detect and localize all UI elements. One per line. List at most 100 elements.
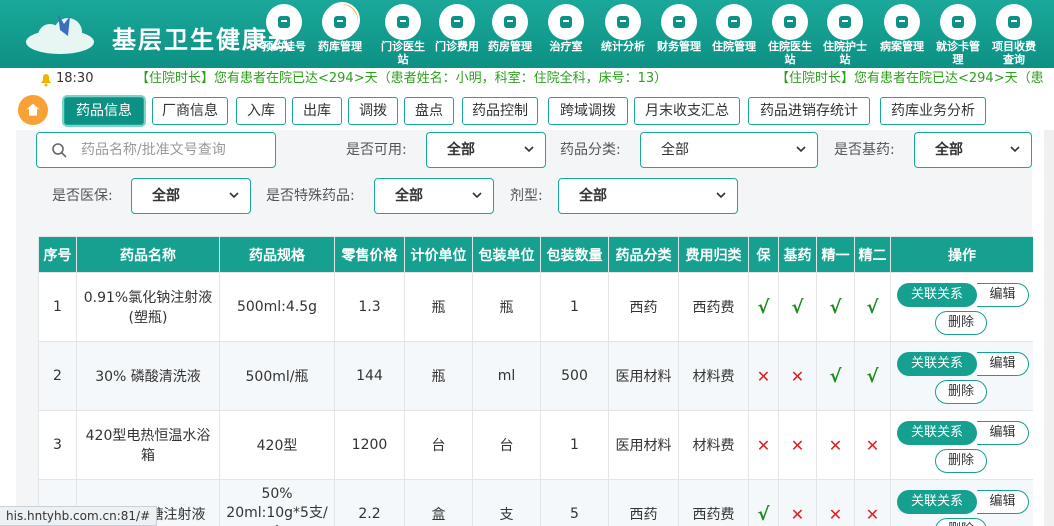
special-select[interactable]: 全部 xyxy=(374,178,494,214)
check-icon: √ xyxy=(866,365,879,387)
column-header: 药品名称 xyxy=(76,236,220,273)
flag-cell: ✕ xyxy=(748,341,779,411)
check-icon: √ xyxy=(757,296,770,318)
available-value: 全部 xyxy=(447,142,475,158)
cell-fee: 材料费 xyxy=(678,341,749,411)
nav-item-1[interactable]: 药库管理 xyxy=(312,0,368,68)
chevron-down-icon xyxy=(524,146,534,153)
nav-item-8[interactable]: 住院管理 xyxy=(706,0,762,68)
vertical-scrollbar[interactable] xyxy=(1044,130,1054,526)
flag-cell: ✕ xyxy=(778,410,817,480)
edit-button[interactable]: 编辑 xyxy=(977,283,1029,307)
column-header: 包装单位 xyxy=(472,236,541,273)
relation-button[interactable]: 关联关系 xyxy=(897,283,977,307)
nav-item-12[interactable]: 就诊卡管理 xyxy=(930,0,986,68)
column-header: 药品分类 xyxy=(608,236,679,273)
record-icon xyxy=(884,4,920,40)
table-row[interactable]: 2 30% 磷酸清洗液 500ml/瓶 144 瓶 ml 500 医用材料 材料费 ✕ ✕ √ √ 关联关… xyxy=(38,341,1033,411)
tab-1[interactable]: 厂商信息 xyxy=(152,97,228,125)
nav-item-5[interactable]: 治疗室 xyxy=(538,0,594,68)
nav-label: 住院医生站 xyxy=(768,40,812,66)
nav-item-11[interactable]: 病案管理 xyxy=(874,0,930,68)
card-icon xyxy=(940,4,976,40)
nav-item-6[interactable]: 统计分析 xyxy=(595,0,651,68)
check-icon: √ xyxy=(866,296,879,318)
cross-icon: ✕ xyxy=(865,435,880,455)
flag-cell: ✕ xyxy=(778,479,817,526)
tab-0[interactable]: 药品信息 xyxy=(64,97,144,125)
notice-ticker: 18:30 【住院时长】您有患者在院已达<294>天（患者姓名：小明，科室：住院… xyxy=(0,68,1054,90)
bed-icon xyxy=(716,4,752,40)
form-select[interactable]: 全部 xyxy=(558,178,738,214)
nav-item-7[interactable]: 财务管理 xyxy=(651,0,707,68)
cell-unit: 瓶 xyxy=(404,341,473,411)
cell-unit: 台 xyxy=(404,410,473,480)
essential-label: 是否基药: xyxy=(834,142,895,158)
tab-10[interactable]: 药库业务分析 xyxy=(880,97,986,125)
drug-table: 序号 药品名称 药品规格 零售价格 计价单位 包装单位 包装数量 药品分类 费用归类保基药 精一精… xyxy=(38,236,1033,526)
nav-label: 统计分析 xyxy=(601,40,645,53)
search-icon xyxy=(52,143,67,158)
nav-item-10[interactable]: 住院护士站 xyxy=(817,0,873,68)
delete-button[interactable]: 删除 xyxy=(935,311,987,335)
relation-button[interactable]: 关联关系 xyxy=(897,421,977,445)
search-placeholder: 药品名称/批准文号查询 xyxy=(81,142,226,158)
cell-spec: 420型 xyxy=(219,410,335,480)
tab-2[interactable]: 入库 xyxy=(236,97,286,125)
column-header: 精一 xyxy=(816,236,855,273)
insurance-select[interactable]: 全部 xyxy=(131,178,251,214)
tab-3[interactable]: 出库 xyxy=(292,97,342,125)
table-row[interactable]: 450%葡萄糖注射液50% 20ml:10g*5支/盒2.2盒支5西药西药费√✕… xyxy=(38,479,1033,526)
cell-pack_qty: 1 xyxy=(540,410,609,480)
tab-8[interactable]: 月末收支汇总 xyxy=(634,97,740,125)
cross-icon: ✕ xyxy=(790,504,805,524)
calendar-icon xyxy=(266,4,302,40)
cell-no: 3 xyxy=(38,410,77,480)
nav-label: 病案管理 xyxy=(880,40,924,53)
cell-pack_unit: 台 xyxy=(472,410,541,480)
nav-item-4[interactable]: 药房管理 xyxy=(482,0,538,68)
delete-button[interactable]: 删除 xyxy=(935,518,987,526)
cross-icon: ✕ xyxy=(756,435,771,455)
delete-button[interactable]: 删除 xyxy=(935,380,987,404)
relation-button[interactable]: 关联关系 xyxy=(897,352,977,376)
flag-cell: √ xyxy=(854,341,891,411)
chevron-down-icon xyxy=(472,192,482,199)
search-input[interactable]: 药品名称/批准文号查询 xyxy=(36,132,276,168)
cell-fee: 材料费 xyxy=(678,410,749,480)
cell-spec: 50% 20ml:10g*5支/盒 xyxy=(219,479,335,526)
available-select[interactable]: 全部 xyxy=(426,132,546,168)
essential-select[interactable]: 全部 xyxy=(914,132,1032,168)
home-tab-icon[interactable] xyxy=(18,95,48,125)
flag-cell: ✕ xyxy=(854,410,891,480)
delete-button[interactable]: 删除 xyxy=(935,449,987,473)
category-label: 药品分类: xyxy=(560,142,621,158)
tab-4[interactable]: 调拨 xyxy=(348,97,398,125)
cell-price: 2.2 xyxy=(334,479,405,526)
actions-cell: 关联关系编辑删除 xyxy=(890,479,1033,526)
cell-pack_unit: ml xyxy=(472,341,541,411)
column-header: 包装数量 xyxy=(540,236,609,273)
nav-label: 门诊费用 xyxy=(435,40,479,53)
nav-item-2[interactable]: 门诊医生站 xyxy=(375,0,431,68)
pill-icon xyxy=(492,4,528,40)
nav-item-13[interactable]: 项目收费查询 xyxy=(986,0,1042,68)
edit-button[interactable]: 编辑 xyxy=(977,490,1029,514)
column-header: 计价单位 xyxy=(404,236,473,273)
tab-6[interactable]: 药品控制 xyxy=(462,97,538,125)
special-label: 是否特殊药品: xyxy=(266,188,355,204)
table-row[interactable]: 3 420型电热恒温水浴箱 420型 1200 台台 1 医用材料 材料费 ✕ ✕ ✕ ✕ 关联关系 编辑… xyxy=(38,410,1033,480)
nav-label: 治疗室 xyxy=(549,40,583,53)
edit-button[interactable]: 编辑 xyxy=(977,352,1029,376)
table-row[interactable]: 1 0.91%氯化钠注射液(塑瓶) 500ml:4.5g 1.3 瓶瓶 1 西药 西药费 √ √ √… xyxy=(38,272,1033,342)
tab-9[interactable]: 药品进销存统计 xyxy=(748,97,870,125)
nav-item-3[interactable]: 门诊费用 xyxy=(429,0,485,68)
tab-7[interactable]: 跨域调拨 xyxy=(548,97,628,125)
nav-item-9[interactable]: 住院医生站 xyxy=(762,0,818,68)
relation-button[interactable]: 关联关系 xyxy=(897,490,977,514)
category-select[interactable]: 全部 xyxy=(640,132,818,168)
tab-5[interactable]: 盘点 xyxy=(404,97,454,125)
edit-button[interactable]: 编辑 xyxy=(977,421,1029,445)
nav-item-0[interactable]: 预约挂号 xyxy=(256,0,312,68)
insurance-label: 是否医保: xyxy=(52,188,113,204)
